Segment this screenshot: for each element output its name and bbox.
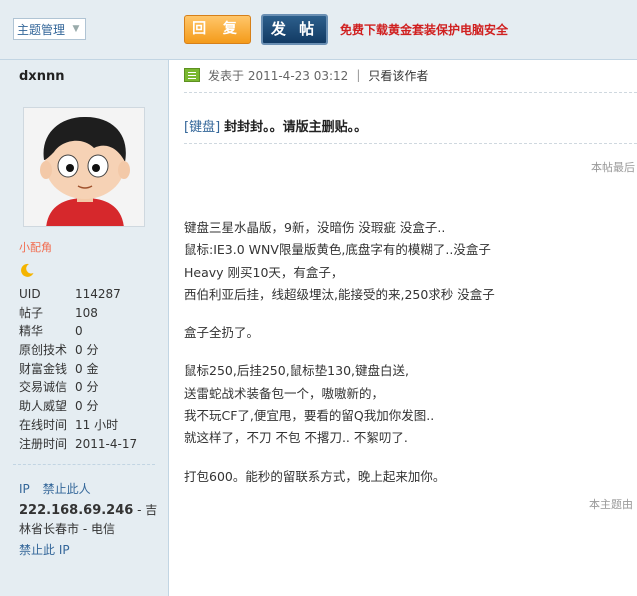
post-line: 键盘三星水晶版，9新，没暗伤 没瑕疵 没盒子.. <box>184 220 446 235</box>
only-author-link[interactable]: 只看该作者 <box>368 67 428 84</box>
post-icon <box>184 68 200 82</box>
theme-manage-select[interactable]: 主题管理 ▼ <box>13 18 86 40</box>
stat-value: 108 <box>75 305 98 320</box>
avatar[interactable] <box>23 107 145 227</box>
stat-register: 注册时间 2011-4-17 <box>19 435 159 454</box>
meta-divider <box>184 92 637 93</box>
post-line: 我不玩CF了,便宜甩，要看的留Q我加你发图.. <box>184 408 435 424</box>
post-meta: 发表于 2011-4-23 03:12 | 只看该作者 <box>184 66 428 84</box>
moon-icon <box>21 263 34 277</box>
stat-value: 2011-4-17 <box>75 436 138 451</box>
post-time: 发表于 2011-4-23 03:12 <box>208 68 349 83</box>
stat-trade: 交易诚信 0 分 <box>19 378 159 397</box>
stat-value: 0 分 <box>75 343 99 358</box>
avatar-image <box>24 108 144 226</box>
stat-key: 精华 <box>19 324 44 339</box>
ban-ip-link[interactable]: 禁止此 IP <box>19 541 70 558</box>
new-post-button[interactable]: 发 帖 <box>261 14 328 45</box>
post-title: [键盘] 封封封。。请版主删贴。。 <box>184 116 367 135</box>
stat-key: 在线时间 <box>19 417 68 432</box>
user-rank: 小配角 <box>19 241 52 254</box>
post-line: 就这样了，不刀 不包 不撂刀.. 不絮叨了. <box>184 430 408 446</box>
stat-key: UID <box>19 287 41 301</box>
stat-value: 11 小时 <box>75 417 119 432</box>
ip-address: 222.168.69.246 <box>19 503 134 518</box>
post-body: 键盘三星水晶版，9新，没暗伤 没瑕疵 没盒子.. 鼠标:IE3.0 WNV限量版… <box>184 217 634 488</box>
post-line: 盒子全扔了。 <box>184 325 260 341</box>
title-divider <box>184 143 637 144</box>
stat-money: 财富金钱 0 金 <box>19 360 159 379</box>
stat-key: 注册时间 <box>19 436 68 451</box>
post-title-text: 封封封。。请版主删贴。。 <box>224 120 368 135</box>
stat-key: 助人威望 <box>19 399 68 414</box>
post-line: 鼠标:IE3.0 WNV限量版黄色,底盘字有的模糊了..没盒子 <box>184 242 491 258</box>
stat-prestige: 助人威望 0 分 <box>19 397 159 416</box>
post-line: 西伯利亚后挂，线超级埋汰,能接受的来,250求秒 没盒子 <box>184 286 495 302</box>
stat-key: 帖子 <box>19 305 44 320</box>
reply-button[interactable]: 回 复 <box>184 15 251 44</box>
stat-key: 财富金钱 <box>19 361 68 376</box>
sidebar-divider <box>13 464 155 465</box>
theme-manage-label: 主题管理 <box>17 22 66 37</box>
stat-value: 0 <box>75 324 83 339</box>
edit-note: 本帖最后 <box>591 161 635 174</box>
username[interactable]: dxnnn <box>19 69 64 84</box>
ip-link[interactable]: IP <box>19 482 30 496</box>
post-line: 打包600。能秒的留联系方式，晚上起来加你。 <box>184 468 446 484</box>
stat-key: 交易诚信 <box>19 380 68 395</box>
ban-user-link[interactable]: 禁止此人 <box>43 482 91 496</box>
chevron-down-icon: ▼ <box>72 24 80 34</box>
post-category[interactable]: [键盘] <box>184 120 220 135</box>
user-stats: UID 114287 帖子 108 精华 0 原创技术 0 分 财富金钱 0 金 交易诚信… <box>19 285 159 453</box>
ip-actions: IP 禁止此人 <box>19 480 100 497</box>
meta-separator: | <box>356 68 361 82</box>
stat-uid: UID 114287 <box>19 285 159 304</box>
promo-link[interactable]: 免费下载黄金套装保护电脑安全 <box>340 21 508 38</box>
stat-value: 0 分 <box>75 399 99 414</box>
stat-key: 原创技术 <box>19 343 68 358</box>
post-line: 鼠标250,后挂250,鼠标垫130,键盘白送, <box>184 363 409 379</box>
stat-value: 0 分 <box>75 380 99 395</box>
stat-posts: 帖子 108 <box>19 304 159 323</box>
stat-online: 在线时间 11 小时 <box>19 416 159 435</box>
stat-tech: 原创技术 0 分 <box>19 341 159 360</box>
post-line: Heavy 刚买10天，有盒子， <box>184 264 344 280</box>
stat-value: 114287 <box>75 287 121 301</box>
ip-address-block: 222.168.69.246 - 吉林省长春市 - 电信 <box>19 501 159 538</box>
stat-digest: 精华 0 <box>19 322 159 341</box>
stat-value: 0 金 <box>75 361 99 376</box>
post-line: 送雷蛇战术装备包一个，嗷嗷新的， <box>184 385 385 401</box>
thread-status-note: 本主题由 <box>589 498 633 511</box>
